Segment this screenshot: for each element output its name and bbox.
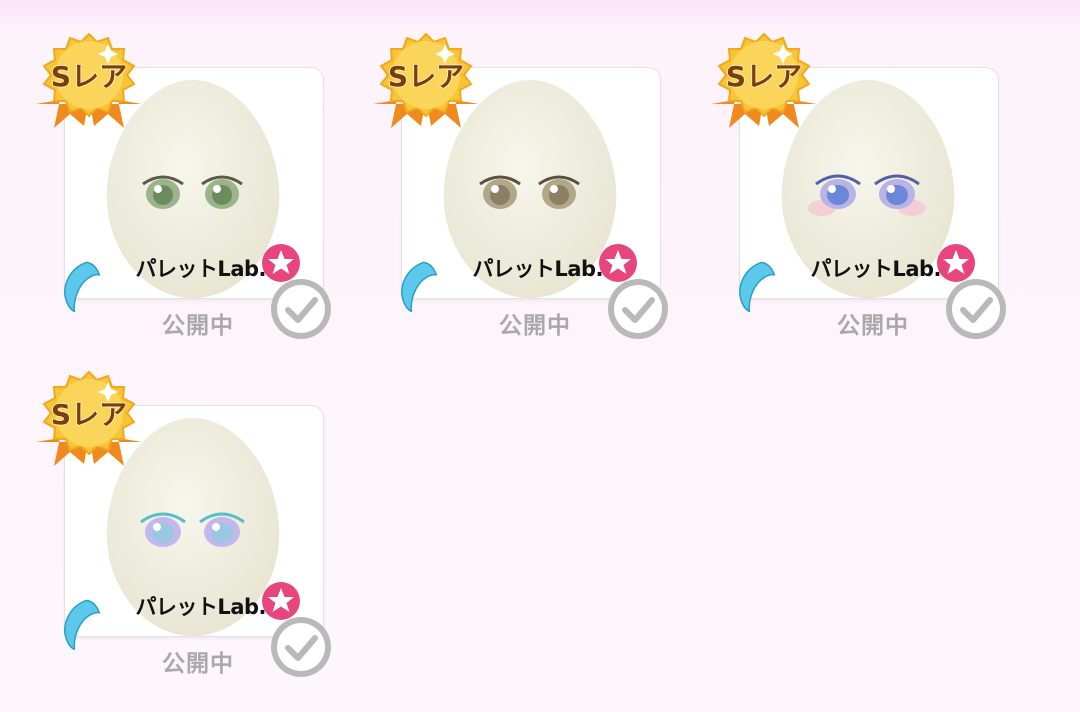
brand-label: パレットLab. bbox=[135, 257, 266, 281]
s-rare-badge-icon: Sレア bbox=[373, 32, 479, 128]
status-label: 公開中 bbox=[499, 313, 571, 339]
checkmark-icon[interactable] bbox=[268, 614, 334, 680]
rarity-label: Sレア bbox=[726, 60, 802, 93]
item-card[interactable]: Sレア パレットLab. 公開中 bbox=[30, 356, 331, 677]
brand-label: パレットLab. bbox=[810, 257, 941, 281]
item-card[interactable]: Sレア パレットLab. 公開中 bbox=[705, 18, 1006, 339]
status-label: 公開中 bbox=[837, 313, 909, 339]
item-card[interactable]: Sレア パレットLab. 公開中 bbox=[367, 18, 668, 339]
s-rare-badge-icon: Sレア bbox=[36, 32, 142, 128]
checkmark-icon[interactable] bbox=[605, 276, 671, 342]
checkmark-icon[interactable] bbox=[943, 276, 1009, 342]
brand-label: パレットLab. bbox=[135, 595, 266, 619]
s-rare-badge-icon: Sレア bbox=[36, 370, 142, 466]
status-label: 公開中 bbox=[162, 313, 234, 339]
status-label: 公開中 bbox=[162, 651, 234, 677]
brand-label: パレットLab. bbox=[472, 257, 603, 281]
item-grid: Sレア パレットLab. 公開中 Sレア パレットLab. 公開中 Sレア パレ… bbox=[0, 0, 1080, 712]
rarity-label: Sレア bbox=[51, 60, 127, 93]
item-card[interactable]: Sレア パレットLab. 公開中 bbox=[30, 18, 331, 339]
s-rare-badge-icon: Sレア bbox=[711, 32, 817, 128]
rarity-label: Sレア bbox=[388, 60, 464, 93]
rarity-label: Sレア bbox=[51, 398, 127, 431]
checkmark-icon[interactable] bbox=[268, 276, 334, 342]
